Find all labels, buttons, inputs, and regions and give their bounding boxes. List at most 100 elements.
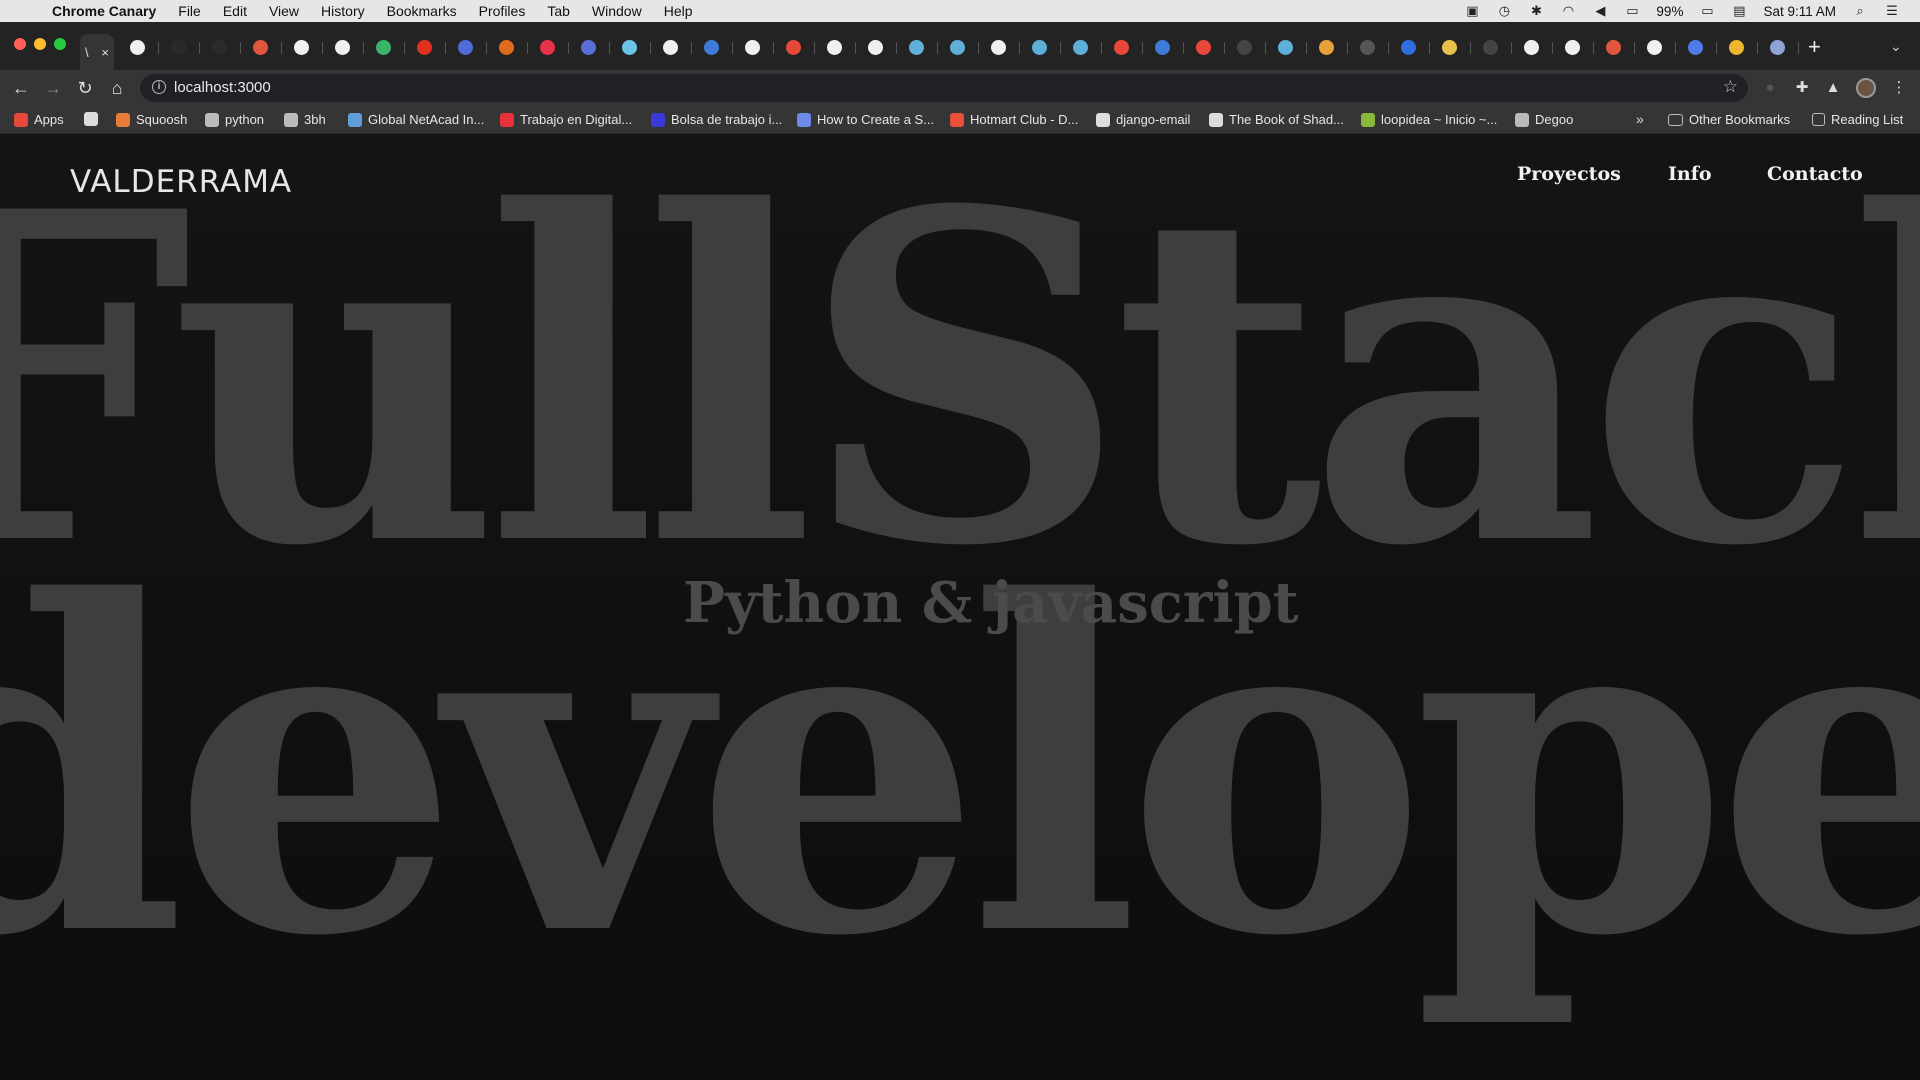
active-tab[interactable]: \ × — [80, 34, 114, 70]
background-tab[interactable] — [1313, 34, 1354, 60]
extensions-puzzle-icon[interactable]: ✚ — [1792, 78, 1812, 98]
background-tab[interactable] — [739, 34, 780, 60]
background-tab[interactable] — [903, 34, 944, 60]
nav-contacto[interactable]: Contacto — [1767, 163, 1863, 185]
menu-view[interactable]: View — [269, 3, 299, 19]
background-tab[interactable] — [1518, 34, 1559, 60]
bookmark-item[interactable]: Trabajo en Digital... — [500, 112, 632, 127]
background-tab[interactable] — [1600, 34, 1641, 60]
background-tab[interactable] — [1231, 34, 1272, 60]
keyboard-input-icon[interactable]: ▤ — [1731, 4, 1747, 18]
bookmark-item[interactable]: python — [205, 112, 264, 127]
battery-percent[interactable]: 99% — [1656, 4, 1683, 19]
bookmark-item[interactable]: Apps — [14, 112, 64, 127]
site-info-icon[interactable]: i — [152, 80, 166, 94]
other-bookmarks[interactable]: Other Bookmarks — [1668, 112, 1790, 127]
reload-icon[interactable]: ↻ — [74, 77, 96, 99]
background-tab[interactable] — [1723, 34, 1764, 60]
bookmarks-overflow-icon[interactable]: » — [1636, 111, 1644, 127]
menu-profiles[interactable]: Profiles — [479, 3, 526, 19]
background-tab[interactable] — [493, 34, 534, 60]
reading-list[interactable]: Reading List — [1812, 112, 1903, 127]
bookmark-item[interactable]: Global NetAcad In... — [348, 112, 484, 127]
tab-search-chevron-icon[interactable]: ⌄ — [1890, 38, 1902, 55]
background-tab[interactable] — [1395, 34, 1436, 60]
tab-close-icon[interactable]: × — [101, 45, 109, 60]
background-tab[interactable] — [985, 34, 1026, 60]
menu-file[interactable]: File — [178, 3, 201, 19]
background-tab[interactable] — [1682, 34, 1723, 60]
background-tab[interactable] — [534, 34, 575, 60]
bookmark-item[interactable]: 3bh — [284, 112, 326, 127]
background-tab[interactable] — [616, 34, 657, 60]
background-tab[interactable] — [1559, 34, 1600, 60]
background-tab[interactable] — [780, 34, 821, 60]
background-tab[interactable] — [1354, 34, 1395, 60]
nav-info[interactable]: Info — [1668, 163, 1712, 185]
bookmark-item[interactable]: Bolsa de trabajo i... — [651, 112, 782, 127]
background-tab[interactable] — [411, 34, 452, 60]
background-tab[interactable] — [1764, 34, 1805, 60]
background-tab[interactable] — [944, 34, 985, 60]
background-tab[interactable] — [1272, 34, 1313, 60]
background-tab[interactable] — [1477, 34, 1518, 60]
bookmark-item[interactable]: How to Create a S... — [797, 112, 934, 127]
time-machine-icon[interactable]: ◷ — [1496, 4, 1512, 18]
background-tab[interactable] — [862, 34, 903, 60]
background-tab[interactable] — [1026, 34, 1067, 60]
bookmark-item[interactable]: loopidea ~ Inicio ~... — [1361, 112, 1497, 127]
clock[interactable]: Sat 9:11 AM — [1763, 4, 1836, 19]
bookmark-item[interactable]: Squoosh — [116, 112, 187, 127]
background-tab[interactable] — [288, 34, 329, 60]
site-logo[interactable]: VALDERRAMA — [70, 164, 292, 200]
fullscreen-window-button[interactable] — [54, 38, 66, 50]
labs-flask-icon[interactable]: ▲ — [1823, 78, 1843, 98]
background-tab[interactable] — [575, 34, 616, 60]
bookmark-item[interactable]: django-email — [1096, 112, 1190, 127]
background-tab[interactable] — [165, 34, 206, 60]
background-tab[interactable] — [1436, 34, 1477, 60]
bookmark-item[interactable]: Hotmart Club - D... — [950, 112, 1078, 127]
bluetooth-icon[interactable]: ✱ — [1528, 4, 1544, 18]
bookmark-item[interactable]: The Book of Shad... — [1209, 112, 1344, 127]
background-tab[interactable] — [1190, 34, 1231, 60]
background-tab[interactable] — [821, 34, 862, 60]
background-tab[interactable] — [1108, 34, 1149, 60]
nav-proyectos[interactable]: Proyectos — [1517, 163, 1621, 185]
menu-history[interactable]: History — [321, 3, 365, 19]
notification-center-icon[interactable]: ☰ — [1884, 4, 1900, 18]
background-tab[interactable] — [698, 34, 739, 60]
background-tab[interactable] — [329, 34, 370, 60]
menu-edit[interactable]: Edit — [223, 3, 247, 19]
extension-icon[interactable]: ● — [1760, 78, 1780, 98]
home-icon[interactable]: ⌂ — [106, 77, 128, 99]
address-bar-url[interactable]: localhost:3000 — [174, 79, 271, 96]
forward-arrow-icon[interactable]: → — [42, 77, 64, 99]
wifi-icon[interactable]: ◠ — [1560, 4, 1576, 18]
background-tab[interactable] — [452, 34, 493, 60]
back-arrow-icon[interactable]: ← — [10, 77, 32, 99]
background-tab[interactable] — [247, 34, 288, 60]
bookmark-item[interactable] — [84, 112, 98, 126]
background-tab[interactable] — [370, 34, 411, 60]
profile-avatar[interactable] — [1856, 78, 1876, 98]
browser-menu-icon[interactable]: ⋮ — [1889, 78, 1909, 98]
menu-tab[interactable]: Tab — [547, 3, 570, 19]
background-tab[interactable] — [206, 34, 247, 60]
new-tab-button[interactable]: + — [1808, 36, 1821, 58]
menu-bookmarks[interactable]: Bookmarks — [387, 3, 457, 19]
bookmark-item[interactable]: Degoo — [1515, 112, 1573, 127]
docker-icon[interactable]: ▣ — [1464, 4, 1480, 18]
menu-help[interactable]: Help — [664, 3, 693, 19]
bookmark-star-icon[interactable]: ☆ — [1723, 77, 1738, 97]
address-bar[interactable]: i localhost:3000 ☆ — [140, 74, 1748, 102]
background-tab[interactable] — [1067, 34, 1108, 60]
volume-icon[interactable]: ◀ — [1592, 4, 1608, 18]
airplay-icon[interactable]: ▭ — [1624, 4, 1640, 18]
background-tab[interactable] — [1149, 34, 1190, 60]
minimize-window-button[interactable] — [34, 38, 46, 50]
menu-window[interactable]: Window — [592, 3, 642, 19]
close-window-button[interactable] — [14, 38, 26, 50]
background-tab[interactable] — [1641, 34, 1682, 60]
app-menu[interactable]: Chrome Canary — [52, 3, 156, 19]
